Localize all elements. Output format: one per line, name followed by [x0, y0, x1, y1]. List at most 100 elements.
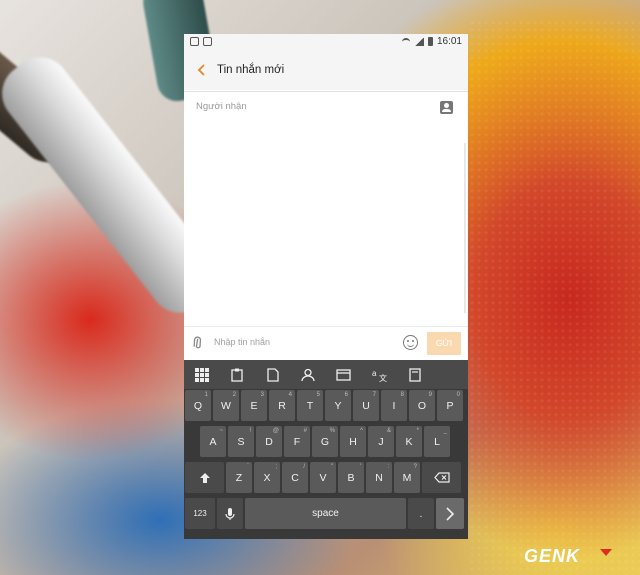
- key-d[interactable]: D @: [256, 426, 282, 457]
- key-w[interactable]: W2: [213, 390, 239, 421]
- phone-screen: 16:01 Tin nhắn mới GỬI: [184, 34, 468, 539]
- document-icon[interactable]: [255, 360, 291, 389]
- key-secondary-label: 8: [400, 392, 404, 398]
- key-n[interactable]: N:: [366, 462, 392, 493]
- key-k[interactable]: K *: [396, 426, 422, 457]
- key-label: G: [320, 435, 330, 448]
- key-secondary-label: 1: [204, 392, 208, 398]
- key-secondary-label: %: [329, 428, 335, 434]
- contact-book-icon[interactable]: [440, 101, 453, 114]
- key-z[interactable]: Z `: [226, 462, 252, 493]
- key-b[interactable]: B ': [338, 462, 364, 493]
- paperclip-icon[interactable]: [188, 333, 210, 357]
- key-label: D: [265, 435, 273, 448]
- key-label: M: [402, 471, 412, 484]
- key-label: P: [446, 399, 454, 412]
- key-label: U: [362, 399, 370, 412]
- keyboard-row-3: Z ` X; C / V " B ' N: M?: [185, 462, 463, 493]
- keyboard-row-4: 123 space .: [185, 498, 466, 529]
- space-key[interactable]: space: [245, 498, 406, 529]
- key-secondary-label: `: [247, 464, 249, 470]
- clipboard-icon[interactable]: [220, 360, 256, 389]
- key-label: K: [405, 435, 413, 448]
- key-secondary-label: 7: [372, 392, 376, 398]
- keyboard-row-2: A ~ S! D @ F # G% H ^ J & K * L _: [200, 426, 452, 457]
- window-icon[interactable]: [326, 360, 362, 389]
- key-t[interactable]: T5: [297, 390, 323, 421]
- key-h[interactable]: H ^: [340, 426, 366, 457]
- key-secondary-label: 0: [456, 392, 460, 398]
- key-label: F: [293, 435, 301, 448]
- numbers-key[interactable]: 123: [185, 498, 215, 529]
- person-icon[interactable]: [291, 360, 327, 389]
- key-g[interactable]: G%: [312, 426, 338, 457]
- key-secondary-label: 9: [428, 392, 432, 398]
- key-label: C: [291, 471, 299, 484]
- key-label: Z: [235, 471, 243, 484]
- key-label: B: [347, 471, 355, 484]
- message-composer: GỬI: [184, 326, 468, 361]
- key-r[interactable]: R4: [269, 390, 295, 421]
- recipient-input[interactable]: [194, 100, 428, 113]
- key-q[interactable]: Q1: [185, 390, 211, 421]
- key-label: H: [349, 435, 357, 448]
- microphone-icon[interactable]: [217, 498, 243, 529]
- key-secondary-label: @: [272, 428, 279, 434]
- key-o[interactable]: O9: [409, 390, 435, 421]
- key-secondary-label: *: [416, 428, 419, 434]
- key-y[interactable]: Y6: [325, 390, 351, 421]
- period-key[interactable]: .: [408, 498, 434, 529]
- key-secondary-label: ;: [275, 464, 277, 470]
- key-a[interactable]: A ~: [200, 426, 226, 457]
- key-label: V: [319, 471, 327, 484]
- scrollbar[interactable]: [464, 143, 466, 313]
- key-u[interactable]: U7: [353, 390, 379, 421]
- send-button[interactable]: GỬI: [427, 332, 461, 355]
- svg-text:GENK: GENK: [524, 546, 581, 566]
- key-secondary-label: #: [303, 428, 307, 434]
- book-icon[interactable]: [397, 360, 433, 389]
- on-screen-keyboard: a文 Q1W2E3R4T5Y6U7I8O9P0 A ~ S! D @ F # G% H ^ J & K *…: [184, 360, 468, 539]
- chevron-right-icon[interactable]: [436, 498, 464, 529]
- key-label: S: [237, 435, 245, 448]
- image-notification-icon: [203, 37, 212, 46]
- signal-icon: [413, 37, 424, 46]
- eye-notification-icon: [190, 37, 199, 46]
- key-f[interactable]: F #: [284, 426, 310, 457]
- key-l[interactable]: L _: [424, 426, 450, 457]
- key-secondary-label: /: [303, 464, 305, 470]
- key-label: L: [434, 435, 440, 448]
- key-label: Q: [193, 399, 203, 412]
- key-m[interactable]: M?: [394, 462, 420, 493]
- grid-icon[interactable]: [184, 360, 220, 389]
- recipient-row: [184, 91, 468, 124]
- backspace-icon[interactable]: [422, 462, 461, 493]
- key-secondary-label: ': [359, 464, 361, 470]
- key-j[interactable]: J &: [368, 426, 394, 457]
- key-e[interactable]: E3: [241, 390, 267, 421]
- key-i[interactable]: I8: [381, 390, 407, 421]
- key-secondary-label: 4: [288, 392, 292, 398]
- key-c[interactable]: C /: [282, 462, 308, 493]
- key-label: A: [209, 435, 217, 448]
- key-secondary-label: 5: [316, 392, 320, 398]
- message-input[interactable]: [212, 336, 396, 348]
- key-secondary-label: !: [249, 428, 251, 434]
- message-thread-area: [184, 123, 468, 325]
- smiley-icon[interactable]: [403, 335, 418, 350]
- key-secondary-label: _: [443, 428, 447, 434]
- keyboard-row-1: Q1W2E3R4T5Y6U7I8O9P0: [185, 390, 465, 421]
- key-label: J: [378, 435, 384, 448]
- shift-arrow-icon[interactable]: [185, 462, 224, 493]
- key-secondary-label: ~: [219, 428, 223, 434]
- key-secondary-label: &: [386, 428, 391, 434]
- key-label: T: [306, 399, 314, 412]
- translate-icon[interactable]: a文: [362, 360, 398, 389]
- key-s[interactable]: S!: [228, 426, 254, 457]
- key-x[interactable]: X;: [254, 462, 280, 493]
- svg-text:文: 文: [379, 373, 387, 382]
- key-v[interactable]: V ": [310, 462, 336, 493]
- key-p[interactable]: P0: [437, 390, 463, 421]
- chevron-left-icon[interactable]: [194, 62, 210, 78]
- wifi-icon: [401, 37, 410, 46]
